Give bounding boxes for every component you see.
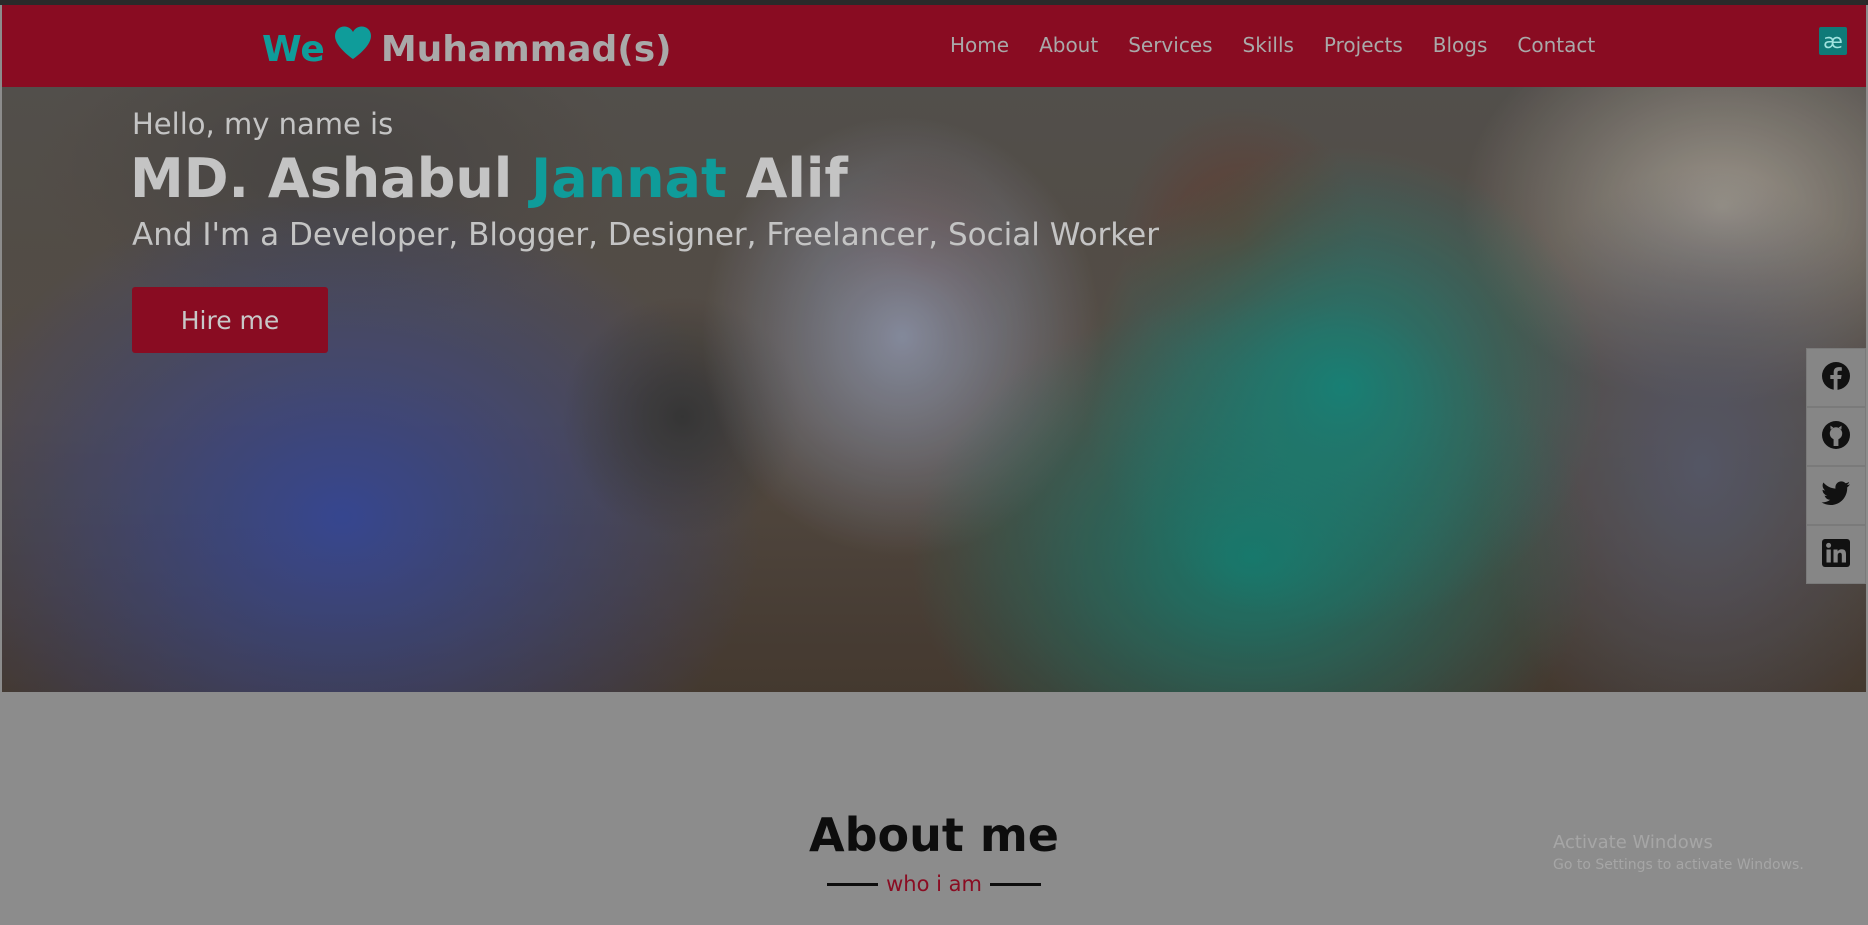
facebook-link[interactable] [1806,348,1866,407]
brand-we: We [262,29,325,70]
hero-name-accent: Jannat [531,147,727,210]
navbar: We Muhammad(s) Home About Services Skills… [2,5,1866,87]
about-subtitle-text: who i am [886,872,982,896]
facebook-icon [1821,361,1851,395]
nav-item-blogs[interactable]: Blogs [1433,33,1488,57]
hero-name-first: MD. Ashabul [130,147,513,210]
github-icon [1821,420,1851,454]
main-nav: Home About Services Skills Projects Blog… [950,33,1625,57]
linkedin-link[interactable] [1806,525,1866,584]
extension-badge[interactable]: æ [1819,27,1847,55]
nav-item-projects[interactable]: Projects [1324,33,1403,57]
nav-item-about[interactable]: About [1039,33,1098,57]
watermark-line2: Go to Settings to activate Windows. [1553,857,1804,873]
about-subtitle-line-left [827,882,879,886]
heart-icon [333,25,373,71]
brand-name: Muhammad(s) [380,29,672,70]
hero-section: Hello, my name is MD. Ashabul Jannat Ali… [2,87,1866,692]
github-link[interactable] [1806,407,1866,466]
brand-logo[interactable]: We Muhammad(s) [262,25,672,77]
social-sidebar [1806,348,1866,584]
about-subtitle-line-right [989,882,1041,886]
nav-item-skills[interactable]: Skills [1243,33,1294,57]
about-subtitle: who i am [827,870,1041,898]
nav-item-home[interactable]: Home [950,33,1009,57]
hero-greeting: Hello, my name is [132,107,394,141]
hire-me-button[interactable]: Hire me [132,287,328,353]
linkedin-icon [1822,538,1850,571]
hero-name-last: Alif [745,147,848,210]
nav-item-services[interactable]: Services [1128,33,1212,57]
watermark-line1: Activate Windows [1553,832,1713,853]
twitter-link[interactable] [1806,466,1866,525]
nav-item-contact[interactable]: Contact [1517,33,1595,57]
activate-windows-watermark: Activate Windows Go to Settings to activ… [1553,832,1804,873]
twitter-icon [1821,480,1851,511]
hero-name: MD. Ashabul Jannat Alif [130,147,848,210]
hero-roles: And I'm a Developer, Blogger, Designer, … [132,217,1159,253]
